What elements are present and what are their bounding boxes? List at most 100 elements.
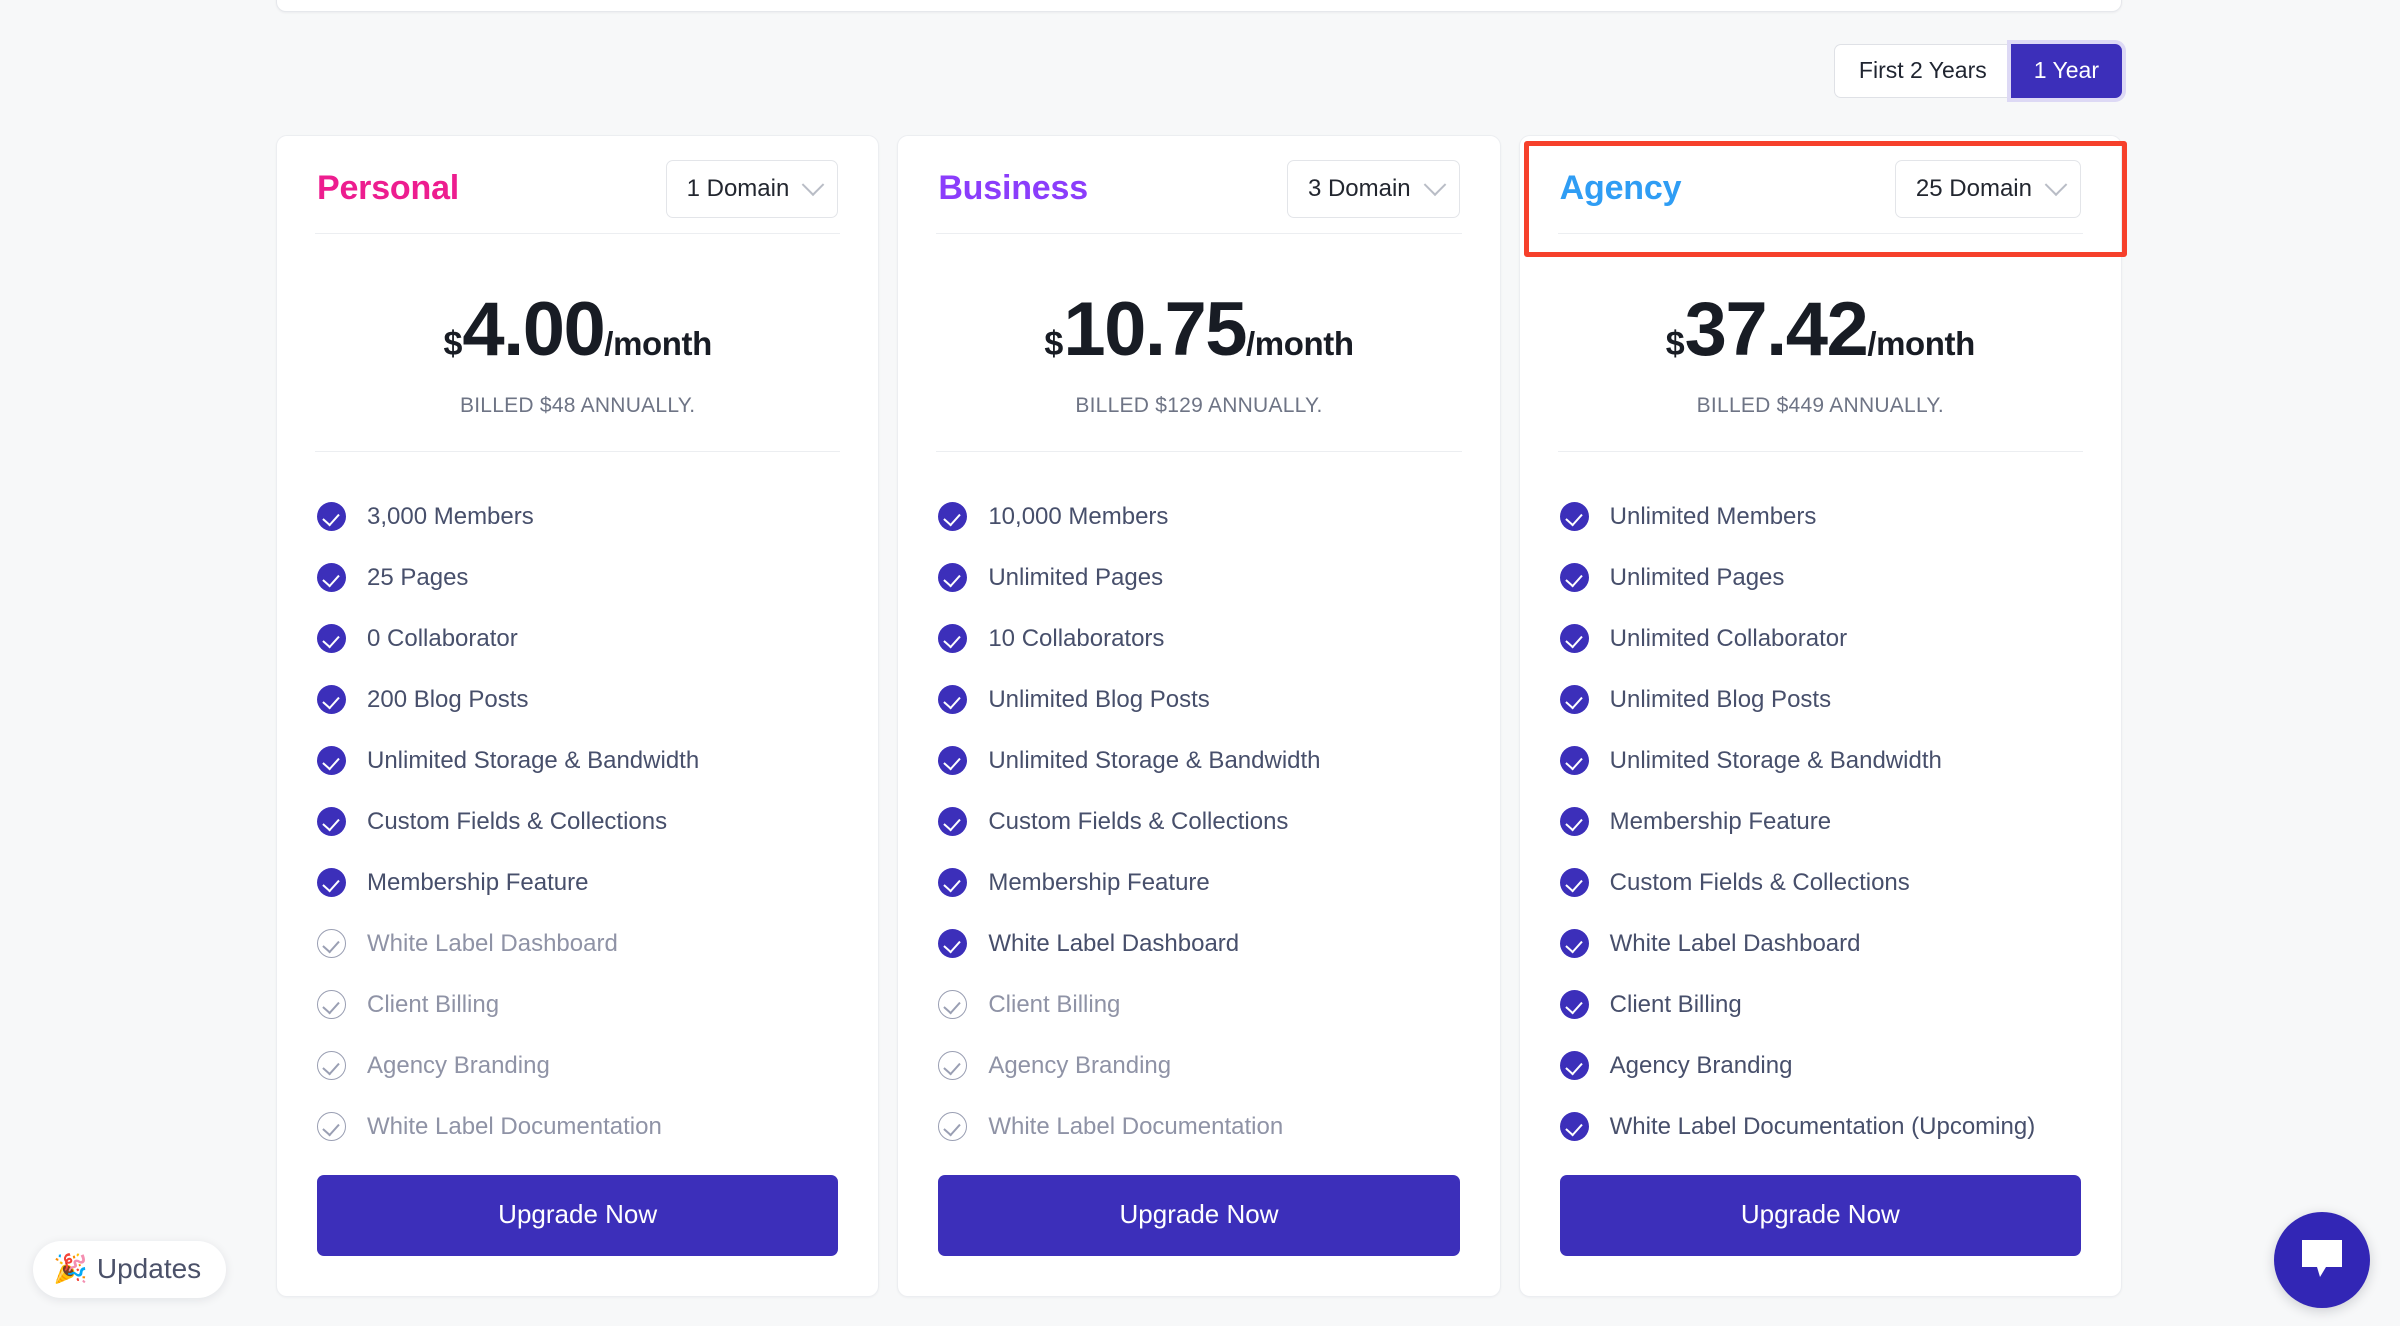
billing-option-1-year[interactable]: 1 Year [2010, 44, 2122, 98]
check-circle-filled-icon [1559, 1051, 1589, 1080]
feature-item: Client Billing [317, 974, 838, 1035]
chevron-down-icon [1423, 173, 1446, 196]
feature-list: Unlimited Members Unlimited Pages Unlimite… [1559, 452, 2081, 1157]
feature-label: 200 Blog Posts [367, 685, 529, 713]
card-header: Business 3 Domain [938, 136, 1460, 233]
feature-label: Agency Branding [1609, 1051, 1793, 1079]
check-circle-filled-icon [1559, 1112, 1589, 1141]
feature-item: Agency Branding [1559, 1035, 2081, 1096]
feature-item: Unlimited Pages [938, 547, 1459, 608]
feature-item: Membership Feature [1559, 791, 2081, 852]
price-block: $10.75/month BILLED $129 ANNUALLY. [938, 234, 1459, 418]
domain-count-select[interactable]: 1 Domain [665, 159, 839, 218]
check-circle-outline-icon [938, 1051, 968, 1080]
feature-item: Unlimited Members [1559, 486, 2081, 547]
feature-label: 0 Collaborator [367, 624, 518, 652]
check-circle-filled-icon [1559, 929, 1589, 958]
check-circle-filled-icon [1559, 624, 1589, 653]
feature-label: Membership Feature [988, 868, 1210, 896]
card-header: Agency 25 Domain [1560, 136, 2081, 233]
billing-period-toggle: First 2 Years 1 Year [1833, 44, 2122, 98]
feature-label: White Label Documentation (Upcoming) [1609, 1112, 2036, 1140]
feature-label: Agency Branding [988, 1051, 1172, 1079]
updates-button[interactable]: 🎉 Updates [33, 1241, 227, 1298]
upgrade-now-button[interactable]: Upgrade Now [317, 1175, 839, 1256]
feature-label: Custom Fields & Collections [988, 807, 1289, 835]
check-circle-filled-icon [1559, 868, 1589, 897]
check-circle-filled-icon [938, 929, 968, 958]
chevron-down-icon [802, 173, 825, 196]
domain-count-label: 1 Domain [686, 174, 790, 202]
currency-symbol: $ [443, 325, 463, 364]
feature-item: 0 Collaborator [317, 608, 838, 669]
feature-label: Client Billing [1609, 990, 1742, 1018]
check-circle-filled-icon [938, 624, 968, 653]
currency-symbol: $ [1665, 325, 1685, 364]
check-circle-filled-icon [317, 746, 346, 775]
feature-label: Custom Fields & Collections [1609, 868, 1910, 896]
feature-item: White Label Documentation (Upcoming) [1559, 1096, 2081, 1157]
feature-item: Unlimited Blog Posts [1559, 669, 2081, 730]
check-circle-filled-icon [938, 868, 968, 897]
feature-label: Client Billing [988, 990, 1121, 1018]
price-amount: 4.00 [462, 287, 605, 373]
feature-label: Unlimited Storage & Bandwidth [1609, 746, 1942, 774]
price-amount: 37.42 [1684, 287, 1869, 373]
price-line: $4.00/month [317, 286, 838, 373]
feature-item: Unlimited Storage & Bandwidth [938, 730, 1459, 791]
check-circle-outline-icon [317, 929, 346, 958]
feature-item: Agency Branding [317, 1035, 838, 1096]
pricing-card-agency: Agency 25 Domain $37.42/month BILLED $449 A… [1518, 135, 2128, 1297]
feature-item: Custom Fields & Collections [938, 791, 1459, 852]
check-circle-filled-icon [938, 746, 968, 775]
chat-support-button[interactable] [2274, 1212, 2370, 1308]
feature-item: 200 Blog Posts [317, 669, 838, 730]
feature-item: Unlimited Storage & Bandwidth [317, 730, 838, 791]
feature-item: Unlimited Storage & Bandwidth [1559, 730, 2081, 791]
check-circle-outline-icon [938, 1112, 968, 1141]
billing-option-first-2-years[interactable]: First 2 Years [1833, 44, 2011, 98]
feature-label: Unlimited Blog Posts [1609, 685, 1832, 713]
feature-item: Unlimited Blog Posts [938, 669, 1459, 730]
feature-label: Unlimited Pages [988, 563, 1164, 591]
segmented-control: First 2 Years 1 Year [1833, 44, 2122, 98]
feature-label: Unlimited Collaborator [1609, 624, 1848, 652]
feature-label: White Label Dashboard [988, 929, 1240, 957]
domain-count-select[interactable]: 3 Domain [1286, 159, 1460, 218]
pricing-card-personal: Personal 1 Domain $4.00/month BILLED $48 AN… [276, 135, 880, 1297]
price-line: $37.42/month [1560, 286, 2081, 373]
feature-item: 3,000 Members [317, 486, 838, 547]
upgrade-now-button[interactable]: Upgrade Now [1559, 1175, 2081, 1256]
feature-label: Client Billing [367, 990, 500, 1018]
feature-item: Membership Feature [317, 852, 838, 913]
feature-item: 10,000 Members [938, 486, 1459, 547]
upgrade-now-button[interactable]: Upgrade Now [938, 1175, 1460, 1256]
price-block: $37.42/month BILLED $449 ANNUALLY. [1560, 234, 2081, 418]
price-period: /month [1246, 325, 1354, 363]
feature-item: Unlimited Pages [1559, 547, 2081, 608]
domain-count-select[interactable]: 25 Domain [1894, 159, 2081, 218]
feature-label: Unlimited Storage & Bandwidth [988, 746, 1321, 774]
feature-label: Custom Fields & Collections [367, 807, 668, 835]
feature-item: White Label Dashboard [1559, 913, 2081, 974]
check-circle-filled-icon [938, 563, 968, 592]
check-circle-filled-icon [938, 502, 968, 531]
top-panel-truncated [276, 0, 2122, 12]
check-circle-filled-icon [1559, 990, 1589, 1019]
check-circle-filled-icon [317, 685, 346, 714]
feature-label: White Label Documentation [367, 1112, 662, 1140]
check-circle-filled-icon [938, 807, 968, 836]
feature-item: 25 Pages [317, 547, 838, 608]
feature-item: Membership Feature [938, 852, 1459, 913]
domain-count-label: 25 Domain [1915, 174, 2032, 202]
price-period: /month [604, 325, 712, 363]
chevron-down-icon [2044, 173, 2068, 196]
feature-item: Client Billing [938, 974, 1459, 1035]
plan-name: Personal [317, 169, 460, 208]
check-circle-outline-icon [317, 1112, 346, 1141]
price-block: $4.00/month BILLED $48 ANNUALLY. [317, 234, 838, 418]
feature-item: White Label Documentation [317, 1096, 838, 1157]
